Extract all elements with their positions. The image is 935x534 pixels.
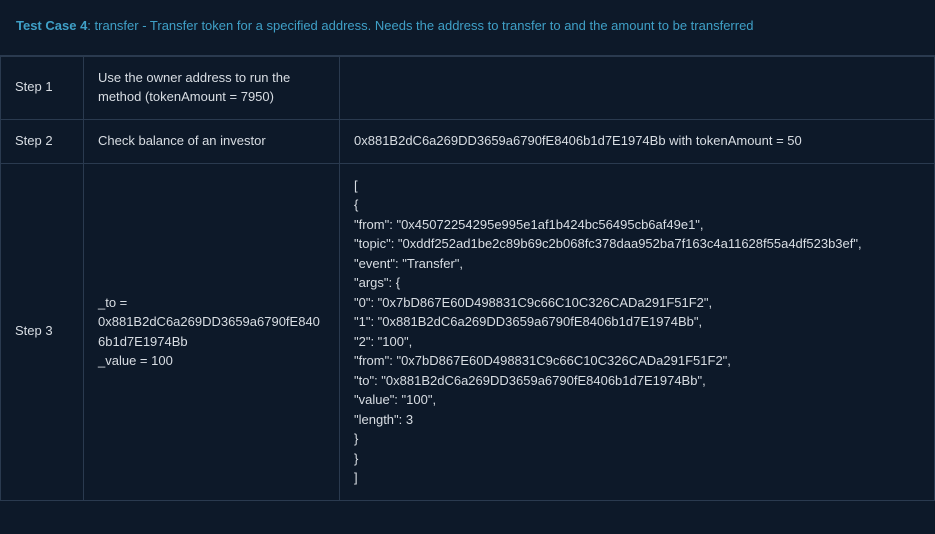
step-action: Check balance of an investor xyxy=(84,119,340,163)
testcase-table: Step 1 Use the owner address to run the … xyxy=(0,56,935,501)
testcase-description: : transfer - Transfer token for a specif… xyxy=(87,18,753,33)
testcase-header: Test Case 4: transfer - Transfer token f… xyxy=(0,0,935,56)
table-row: Step 1 Use the owner address to run the … xyxy=(1,57,935,120)
step-action: _to = 0x881B2dC6a269DD3659a6790fE8406b1d… xyxy=(84,163,340,500)
step-label: Step 1 xyxy=(1,57,84,120)
step-label: Step 2 xyxy=(1,119,84,163)
step-detail xyxy=(340,57,935,120)
testcase-title: Test Case 4 xyxy=(16,18,87,33)
step-label: Step 3 xyxy=(1,163,84,500)
step-detail: [ { "from": "0x45072254295e995e1af1b424b… xyxy=(340,163,935,500)
table-row: Step 2 Check balance of an investor 0x88… xyxy=(1,119,935,163)
table-row: Step 3 _to = 0x881B2dC6a269DD3659a6790fE… xyxy=(1,163,935,500)
step-detail: 0x881B2dC6a269DD3659a6790fE8406b1d7E1974… xyxy=(340,119,935,163)
step-action: Use the owner address to run the method … xyxy=(84,57,340,120)
